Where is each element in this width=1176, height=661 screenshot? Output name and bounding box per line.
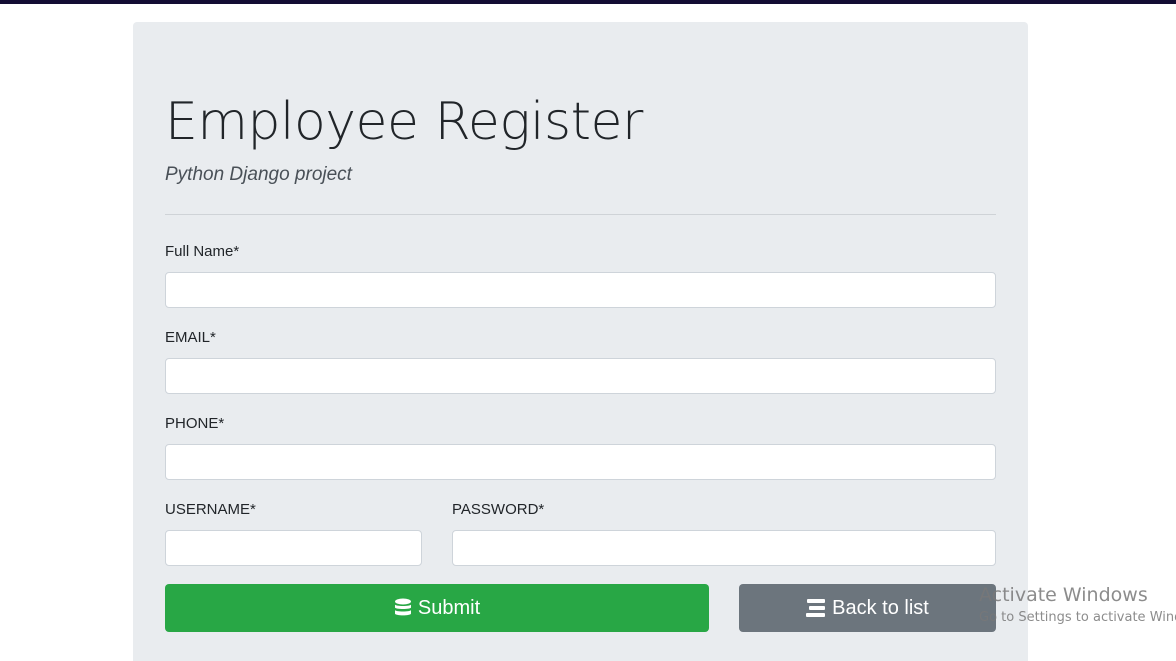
top-bar — [0, 0, 1176, 4]
watermark-subtitle: Go to Settings to activate Windows. — [979, 610, 1176, 625]
email-input[interactable] — [165, 358, 996, 394]
password-input[interactable] — [452, 530, 996, 566]
full-name-label: Full Name* — [165, 243, 240, 260]
divider — [165, 214, 996, 215]
page-title: Employee Register — [165, 92, 643, 152]
username-label: USERNAME* — [165, 501, 256, 518]
phone-label: PHONE* — [165, 415, 225, 432]
list-icon — [806, 599, 826, 617]
password-label: PASSWORD* — [452, 501, 545, 518]
back-to-list-button[interactable]: Back to list — [739, 584, 996, 632]
username-input[interactable] — [165, 530, 422, 566]
watermark-title: Activate Windows — [979, 584, 1148, 606]
back-button-label: Back to list — [832, 596, 929, 619]
submit-button[interactable]: Submit — [165, 584, 709, 632]
page-subtitle: Python Django project — [165, 164, 352, 185]
full-name-input[interactable] — [165, 272, 996, 308]
email-label: EMAIL* — [165, 329, 216, 346]
activate-windows-watermark: Activate Windows Go to Settings to activ… — [979, 584, 1176, 628]
submit-button-label: Submit — [417, 596, 481, 619]
phone-input[interactable] — [165, 444, 996, 480]
database-icon — [394, 598, 412, 618]
registration-card: Employee Register Python Django project … — [133, 22, 1028, 661]
